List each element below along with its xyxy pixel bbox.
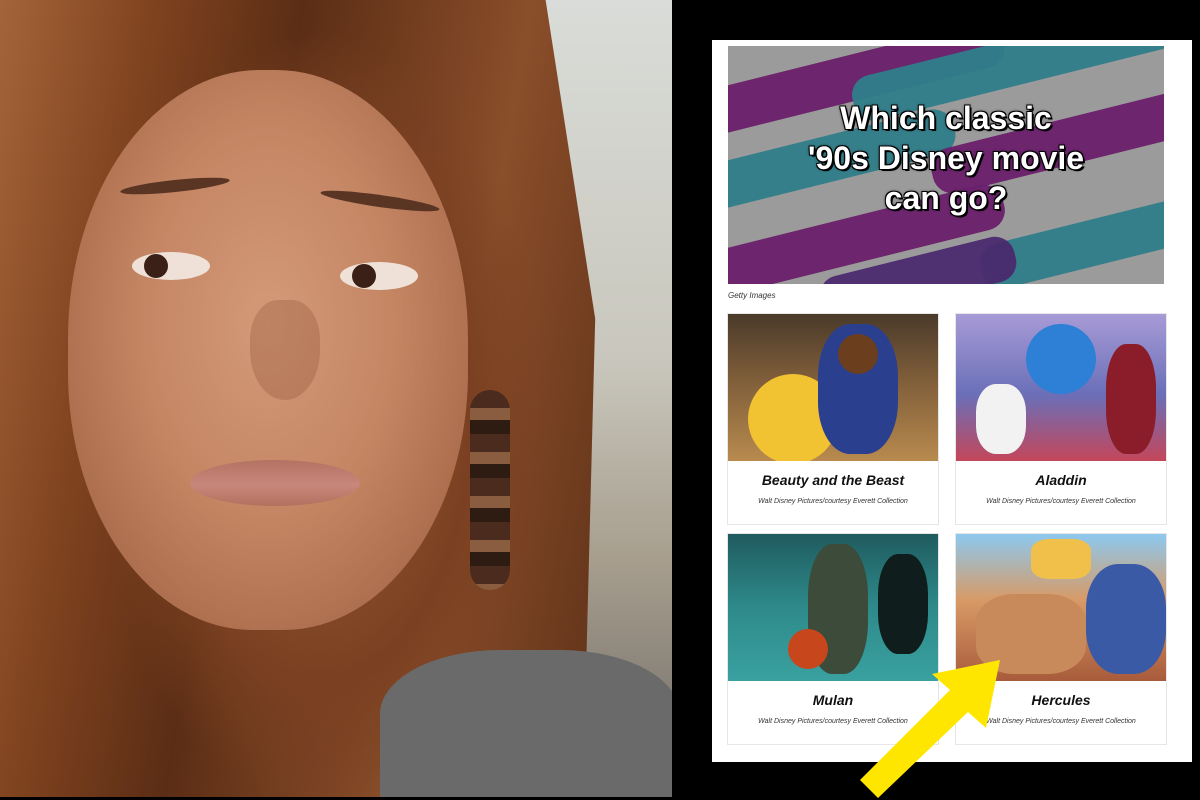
option-image	[728, 314, 938, 461]
option-title: Beauty and the Beast	[761, 472, 905, 488]
quiz-title-line-1: Which classic	[840, 100, 1052, 136]
shoulder	[380, 650, 672, 797]
right-eye	[340, 262, 418, 290]
nose	[250, 300, 320, 400]
option-credit: Walt Disney Pictures/courtesy Everett Co…	[758, 498, 908, 505]
option-title: Aladdin	[1035, 472, 1087, 488]
option-image	[956, 314, 1166, 461]
earring	[470, 390, 510, 590]
option-credit: Walt Disney Pictures/courtesy Everett Co…	[986, 498, 1136, 505]
option-aladdin[interactable]: Aladdin Walt Disney Pictures/courtesy Ev…	[956, 314, 1166, 524]
quiz-title-line-2: '90s Disney movie	[807, 140, 1085, 176]
quiz-title: Which classic '90s Disney movie can go?	[728, 98, 1164, 218]
hero-credit: Getty Images	[728, 291, 776, 300]
option-beauty-and-the-beast[interactable]: Beauty and the Beast Walt Disney Picture…	[728, 314, 938, 524]
left-eye	[132, 252, 210, 280]
quiz-hero-image: Which classic '90s Disney movie can go?	[728, 46, 1164, 284]
arrow-icon	[860, 660, 1000, 798]
quiz-title-line-3: can go?	[884, 180, 1008, 216]
lips	[190, 460, 360, 506]
reaction-photo	[0, 0, 672, 797]
